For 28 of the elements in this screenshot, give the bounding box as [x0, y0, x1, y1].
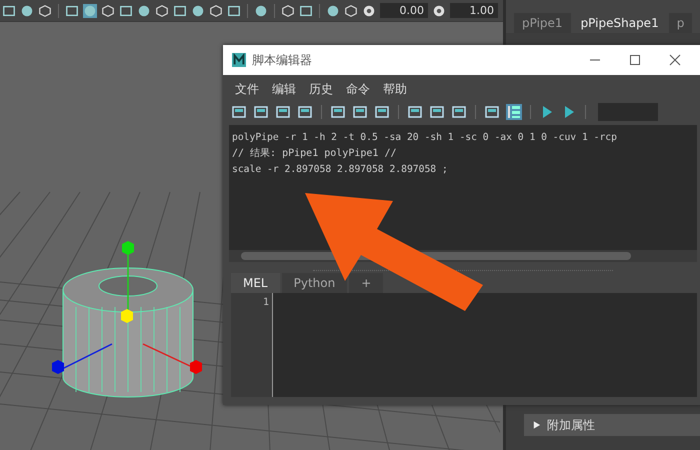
section-label: 附加属性 [547, 416, 595, 434]
move-manipulator-drawing[interactable] [52, 241, 202, 374]
tab[interactable]: Python [282, 273, 348, 293]
tab[interactable]: p [668, 13, 692, 33]
expand-triangle-icon [532, 420, 541, 430]
maximize-icon[interactable] [629, 54, 641, 66]
history-line: polyPipe -r 1 -h 2 -t 0.5 -sa 20 -sh 1 -sc 0 -ax 0 1 0 -cuv 1 -rcp [232, 131, 618, 145]
section-header[interactable]: 附加属性 [524, 414, 700, 436]
panel-top-icon[interactable] [407, 104, 423, 120]
search-field[interactable] [598, 103, 658, 121]
menu-item[interactable]: 历史 [309, 81, 333, 99]
close-icon[interactable] [669, 54, 681, 66]
window-title: 脚本编辑器 [252, 52, 312, 68]
history-line: // 结果: pPipe1 polyPipe1 // [232, 146, 398, 161]
app-logo-icon [232, 53, 246, 67]
line-number: 1 [262, 297, 269, 308]
tab[interactable]: MEL [231, 273, 280, 293]
menu-item[interactable]: 文件 [235, 81, 259, 99]
number-field[interactable]: 0.00 [380, 3, 428, 18]
history-line: scale -r 2.897058 2.897058 2.897058 ; [232, 163, 449, 177]
tab[interactable]: pPipe1 [514, 13, 571, 33]
menu-item[interactable]: 编辑 [272, 81, 296, 99]
code-input-field[interactable] [272, 293, 697, 397]
number-field[interactable]: 1.00 [450, 3, 498, 18]
list-numbers-icon[interactable] [506, 104, 522, 120]
tab[interactable]: + [349, 273, 384, 293]
menu-item[interactable]: 帮助 [383, 81, 407, 99]
menu-item[interactable]: 命令 [346, 81, 370, 99]
